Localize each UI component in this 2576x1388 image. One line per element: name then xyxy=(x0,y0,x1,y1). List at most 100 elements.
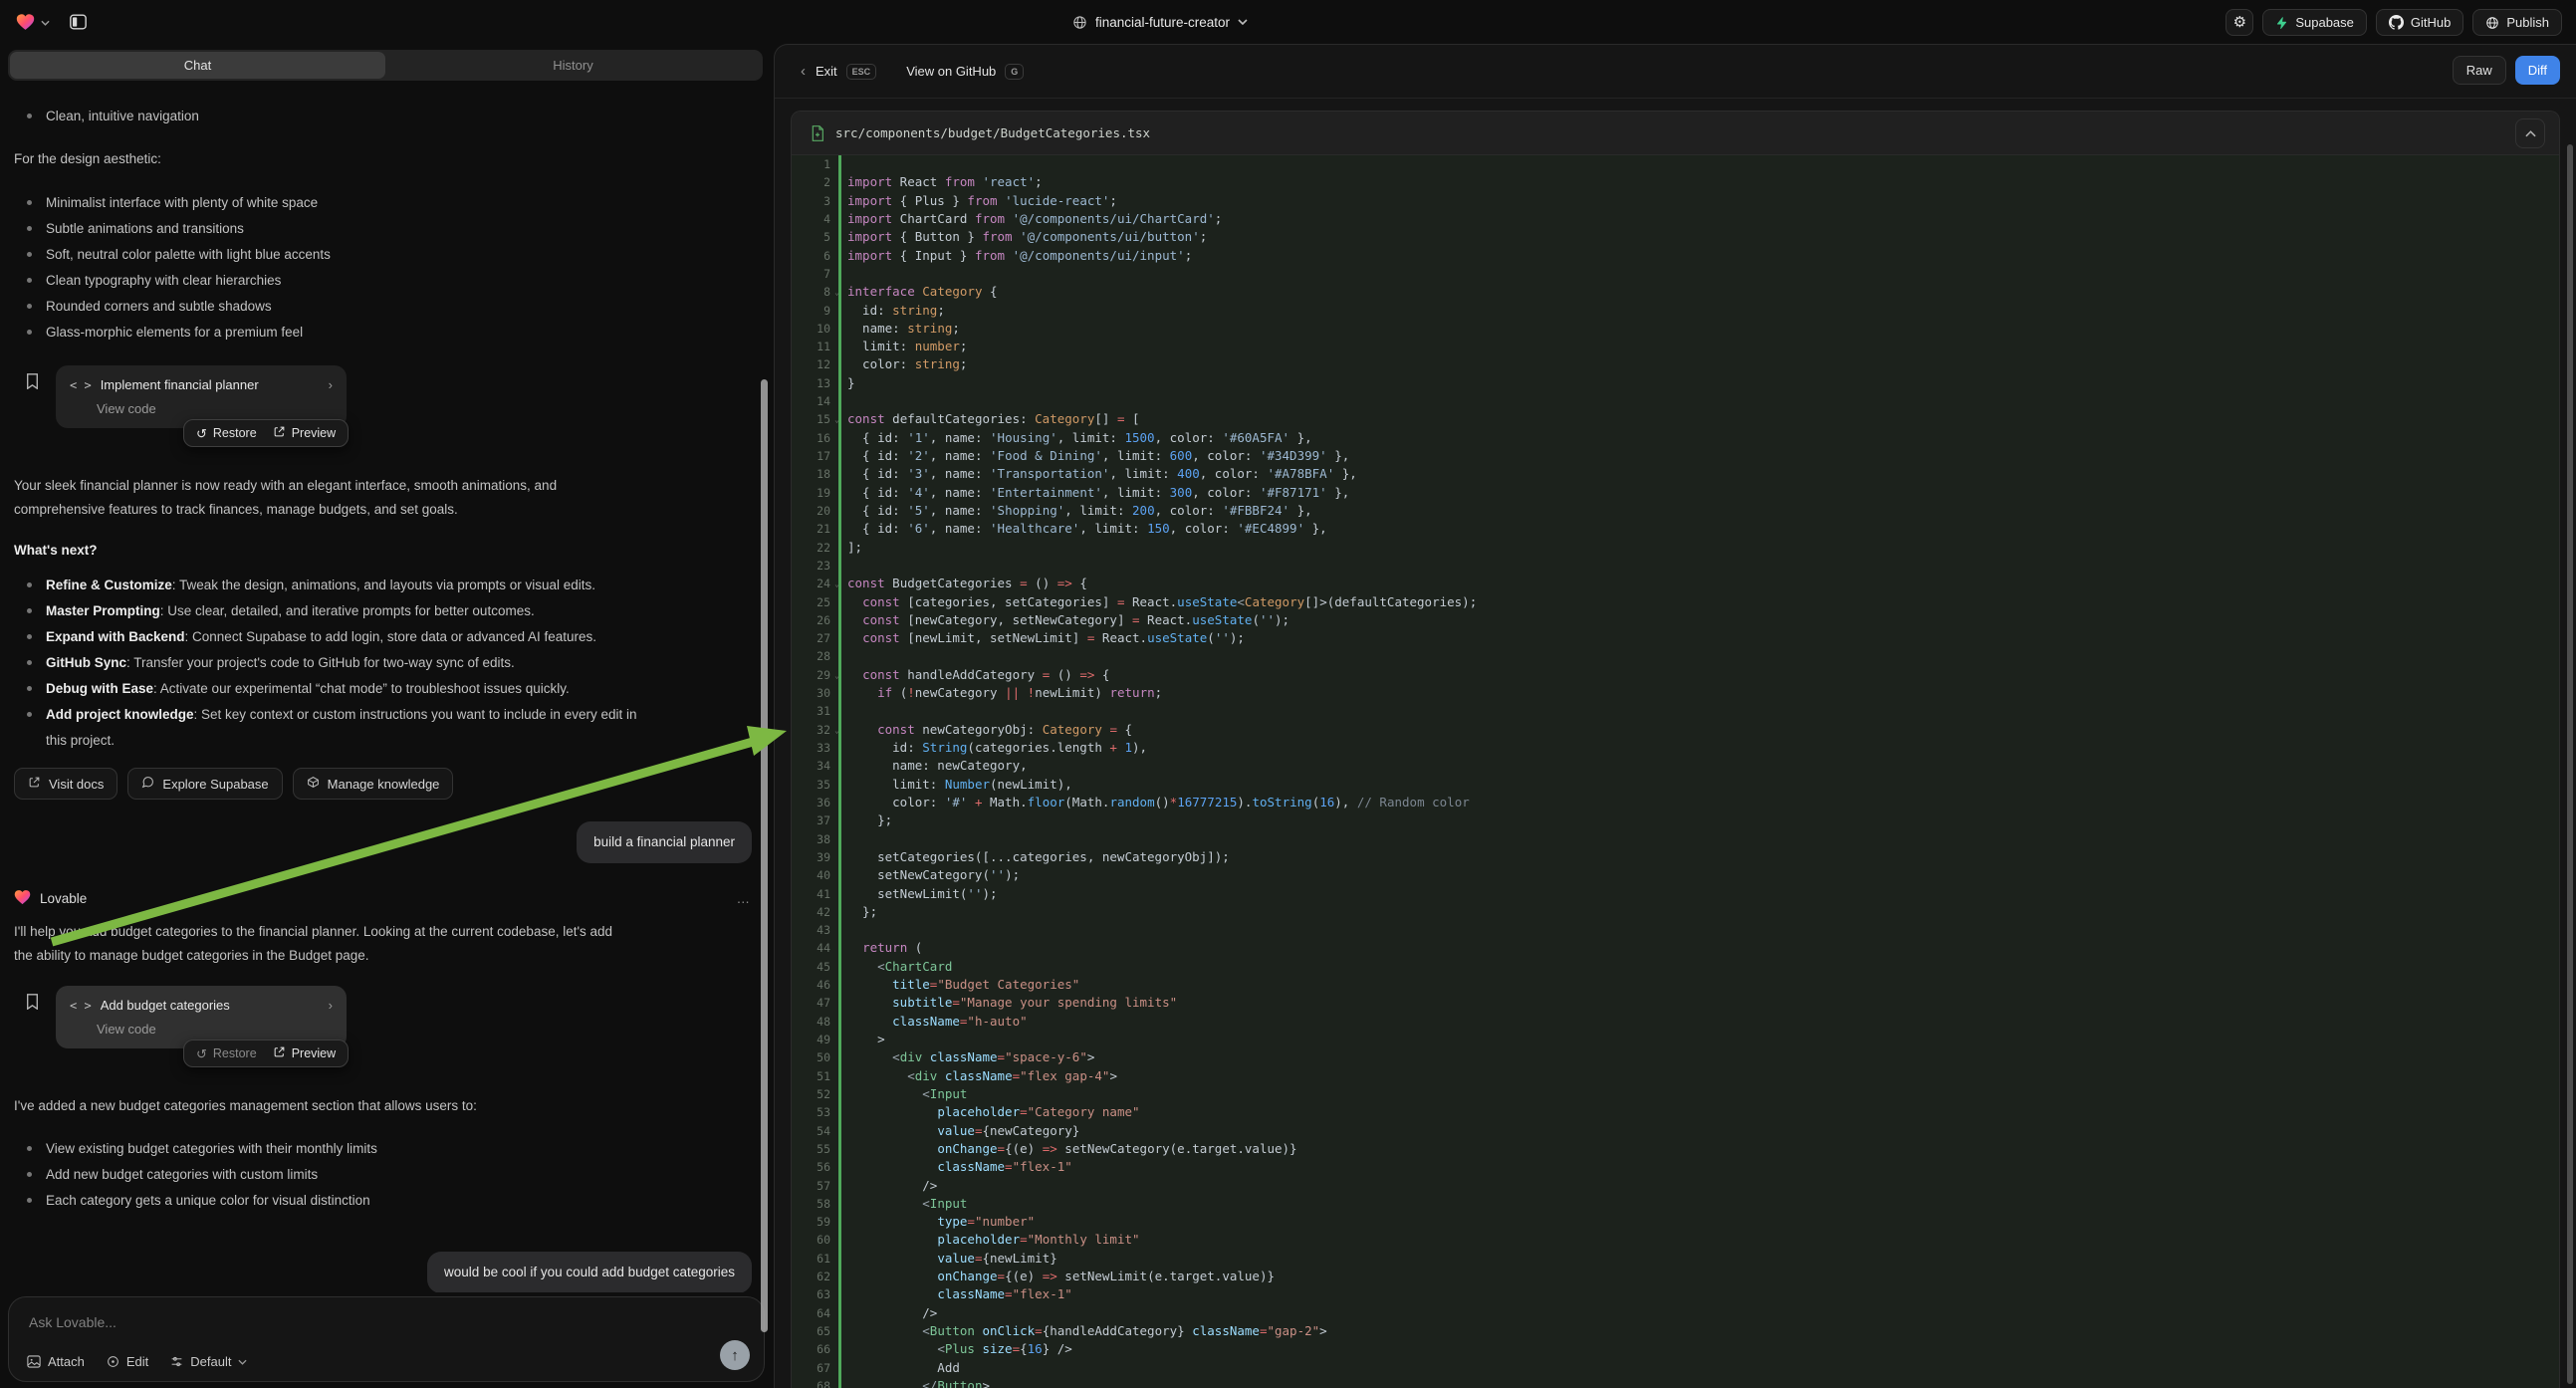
line-number: 1 xyxy=(792,155,841,173)
collapse-file-button[interactable] xyxy=(2515,118,2545,148)
chat-composer[interactable]: Ask Lovable... Attach Edit Default ↑ xyxy=(8,1296,765,1382)
fold-chevron-icon[interactable]: ⌄ xyxy=(834,284,839,302)
code-text: { id: '5', name: 'Shopping', limit: 200,… xyxy=(841,502,1312,520)
bookmark-icon[interactable] xyxy=(26,373,39,392)
line-number: 50 xyxy=(792,1048,841,1066)
code-icon: < > xyxy=(70,999,92,1013)
code-line: 44 return ( xyxy=(792,939,2559,957)
bullet-dot-icon xyxy=(27,278,32,283)
code-line: 2import React from 'react'; xyxy=(792,173,2559,191)
line-number: 28 xyxy=(792,647,841,665)
code-text: onChange={(e) => setNewCategory(e.target… xyxy=(841,1140,1297,1158)
code-line: 36 color: '#' + Math.floor(Math.random()… xyxy=(792,794,2559,811)
toggle-sidebar-icon[interactable] xyxy=(64,8,92,36)
code-text xyxy=(841,647,855,665)
visit-docs-button[interactable]: Visit docs xyxy=(14,768,117,800)
version-card[interactable]: < >Implement financial planner›View code… xyxy=(56,365,347,428)
arrow-up-icon: ↑ xyxy=(731,1347,739,1364)
fold-chevron-icon[interactable]: ⌄ xyxy=(834,411,839,429)
code-text: const [newLimit, setNewLimit] = React.us… xyxy=(841,629,1245,647)
gear-icon: ⚙ xyxy=(2233,15,2246,30)
tab-chat[interactable]: Chat xyxy=(10,52,385,79)
assistant-name: Lovable xyxy=(40,891,87,906)
line-number: 68 xyxy=(792,1377,841,1388)
edit-mode-button[interactable]: Edit xyxy=(107,1354,148,1369)
code-text: return ( xyxy=(841,939,922,957)
bullet-dot-icon xyxy=(27,582,32,587)
code-line: 24⌄const BudgetCategories = () => { xyxy=(792,575,2559,592)
code-line: 20 { id: '5', name: 'Shopping', limit: 2… xyxy=(792,502,2559,520)
bookmark-icon[interactable] xyxy=(26,994,39,1013)
code-text xyxy=(841,557,855,575)
exit-button[interactable]: Exit xyxy=(816,64,837,79)
line-number: 22 xyxy=(792,539,841,557)
raw-toggle-button[interactable]: Raw xyxy=(2453,56,2506,85)
line-number: 8⌄ xyxy=(792,283,841,301)
tab-history[interactable]: History xyxy=(385,52,761,79)
code-icon: < > xyxy=(70,378,92,392)
list-item: GitHub Sync: Transfer your project's cod… xyxy=(14,650,752,676)
explore-supabase-button[interactable]: Explore Supabase xyxy=(127,768,282,800)
external-link-icon xyxy=(28,776,41,792)
code-view-header: ‹ Exit ESC View on GitHub G Raw Diff xyxy=(775,45,2576,99)
line-number: 61 xyxy=(792,1250,841,1268)
model-selector[interactable]: Default xyxy=(170,1354,247,1369)
restore-button[interactable]: ↺Restore xyxy=(196,1046,257,1060)
assistant-header: Lovable … xyxy=(14,889,752,908)
view-code-link[interactable]: View code xyxy=(97,401,333,416)
preview-button[interactable]: Preview xyxy=(273,425,336,441)
bullet-dot-icon xyxy=(27,226,32,231)
list-item: Add project knowledge: Set key context o… xyxy=(14,702,752,754)
code-scrollbar-thumb[interactable] xyxy=(2567,144,2573,1384)
line-number: 62 xyxy=(792,1268,841,1285)
send-button[interactable]: ↑ xyxy=(720,1340,750,1370)
line-number: 38 xyxy=(792,830,841,848)
fold-chevron-icon[interactable]: ⌄ xyxy=(834,576,839,593)
attach-button[interactable]: Attach xyxy=(27,1354,85,1369)
list-item: Glass-morphic elements for a premium fee… xyxy=(14,320,752,346)
code-text: /> xyxy=(841,1304,937,1322)
composer-placeholder[interactable]: Ask Lovable... xyxy=(29,1314,117,1330)
chevron-right-icon[interactable]: › xyxy=(329,377,333,392)
diff-toggle-button[interactable]: Diff xyxy=(2515,56,2560,85)
restore-icon: ↺ xyxy=(196,1047,207,1060)
code-line: 8⌄interface Category { xyxy=(792,283,2559,301)
chat-scrollbar-thumb[interactable] xyxy=(761,379,768,1332)
code-line: 23 xyxy=(792,557,2559,575)
preview-button[interactable]: Preview xyxy=(273,1045,336,1061)
code-text: value={newLimit} xyxy=(841,1250,1057,1268)
bullet-list: Refine & Customize: Tweak the design, an… xyxy=(14,573,752,754)
version-card[interactable]: < >Add budget categories›View code↺Resto… xyxy=(56,986,347,1048)
restore-button[interactable]: ↺Restore xyxy=(196,426,257,440)
code-text: import React from 'react'; xyxy=(841,173,1043,191)
fold-chevron-icon[interactable]: ⌄ xyxy=(834,722,839,740)
view-on-github-link[interactable]: View on GitHub xyxy=(906,64,996,79)
chat-paragraph: For the design aesthetic: xyxy=(14,147,752,171)
code-line: 11 limit: number; xyxy=(792,338,2559,355)
list-item-text: View existing budget categories with the… xyxy=(46,1136,377,1162)
chevron-right-icon[interactable]: › xyxy=(329,998,333,1013)
project-switcher[interactable]: financial-future-creator xyxy=(1072,0,1248,44)
code-editor: 1 2import React from 'react';3import { P… xyxy=(792,155,2559,1388)
publish-button[interactable]: Publish xyxy=(2472,9,2562,36)
settings-button[interactable]: ⚙ xyxy=(2225,9,2253,36)
supabase-button[interactable]: Supabase xyxy=(2262,9,2367,36)
code-text xyxy=(841,155,855,173)
workspace-chevron-down-icon[interactable] xyxy=(41,13,50,31)
line-number: 39 xyxy=(792,848,841,866)
message-options-button[interactable]: … xyxy=(737,891,753,906)
line-number: 52 xyxy=(792,1085,841,1103)
code-text: limit: Number(newLimit), xyxy=(841,776,1072,794)
list-item-bold: Master Prompting xyxy=(46,603,160,618)
github-button[interactable]: GitHub xyxy=(2376,9,2463,36)
file-header[interactable]: src/components/budget/BudgetCategories.t… xyxy=(792,112,2559,155)
code-text: placeholder="Monthly limit" xyxy=(841,1231,1140,1249)
lovable-logo-icon[interactable] xyxy=(16,13,35,31)
code-view-overlay: ‹ Exit ESC View on GitHub G Raw Diff src… xyxy=(774,44,2576,1388)
code-line: 65 <Button onClick={handleAddCategory} c… xyxy=(792,1322,2559,1340)
line-number: 34 xyxy=(792,757,841,775)
view-code-link[interactable]: View code xyxy=(97,1022,333,1037)
manage-knowledge-button[interactable]: Manage knowledge xyxy=(293,768,454,800)
code-line: 57 /> xyxy=(792,1177,2559,1195)
fold-chevron-icon[interactable]: ⌄ xyxy=(834,667,839,685)
